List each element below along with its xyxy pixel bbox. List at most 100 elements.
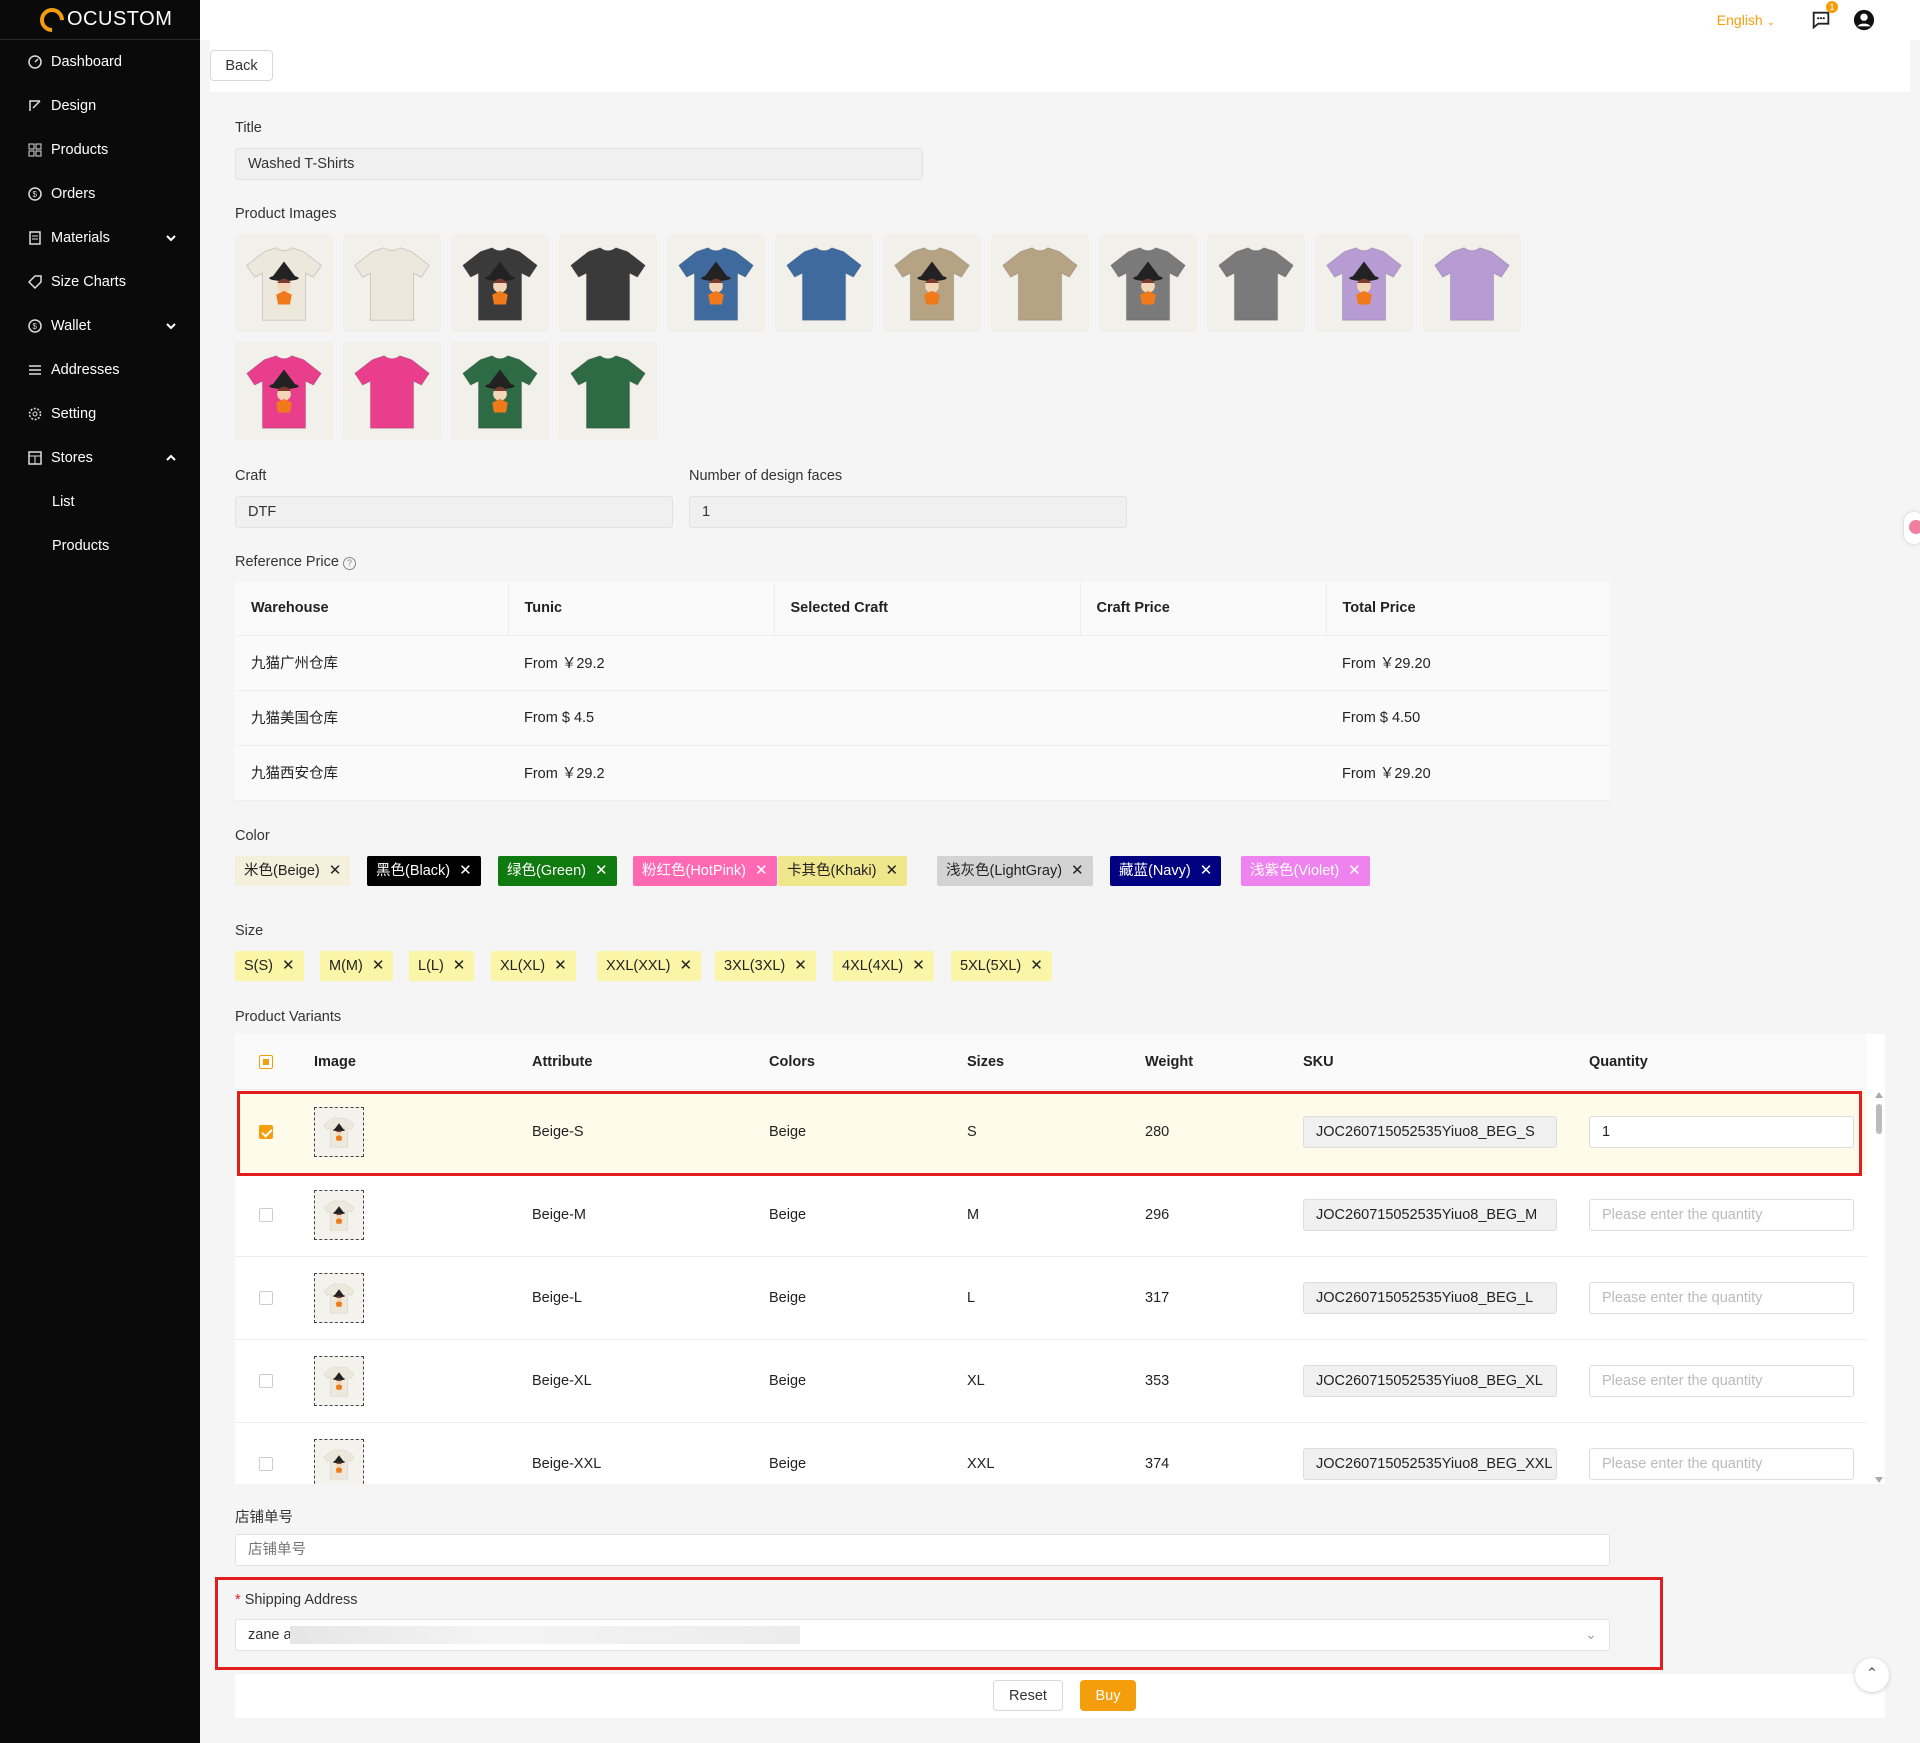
product-image-thumb[interactable] <box>343 342 441 440</box>
variants-scrollbar[interactable] <box>1873 1090 1885 1485</box>
store-number-label: 店铺单号 <box>235 1510 293 1526</box>
sidebar-item-addresses[interactable]: Addresses <box>0 348 200 392</box>
product-image-thumb[interactable] <box>667 234 765 332</box>
variant-sku-field: JOC260715052535Yiuo8_BEG_S <box>1303 1116 1557 1148</box>
size-label: Size <box>235 923 264 939</box>
color-tag-label: 绿色(Green) <box>507 863 586 879</box>
quantity-input[interactable]: Please enter the quantity <box>1589 1199 1854 1231</box>
product-image-thumb[interactable] <box>451 234 549 332</box>
product-image-thumb[interactable] <box>775 234 873 332</box>
sidebar-item-size-charts[interactable]: Size Charts <box>0 260 200 304</box>
product-image-thumb[interactable] <box>235 342 333 440</box>
reference-price-label: Reference Price ? <box>235 554 356 570</box>
product-image-thumb[interactable] <box>883 234 981 332</box>
sidebar-subitem-list[interactable]: List <box>0 480 200 524</box>
sidebar-item-products[interactable]: Products <box>0 128 200 172</box>
variant-checkbox[interactable] <box>259 1208 273 1222</box>
shipping-address-select[interactable]: zane a ⌄ <box>235 1619 1610 1651</box>
variant-image[interactable] <box>314 1190 364 1240</box>
product-image-thumb[interactable] <box>991 234 1089 332</box>
ref-row: 九猫西安仓库 From ￥29.2 From ￥29.20 <box>235 745 1610 801</box>
variant-image[interactable] <box>314 1439 364 1484</box>
store-number-input[interactable] <box>235 1534 1610 1566</box>
sidebar-item-wallet[interactable]: $ Wallet <box>0 304 200 348</box>
variant-checkbox[interactable] <box>259 1374 273 1388</box>
select-all-checkbox[interactable] <box>259 1054 273 1069</box>
product-image-thumb[interactable] <box>559 342 657 440</box>
close-icon[interactable]: ✕ <box>453 957 466 974</box>
product-image-thumb[interactable] <box>451 342 549 440</box>
close-icon[interactable]: ✕ <box>595 862 608 879</box>
color-label: Color <box>235 828 270 844</box>
quantity-input[interactable]: Please enter the quantity <box>1589 1448 1854 1480</box>
language-select[interactable]: English ⌄ <box>1717 12 1775 28</box>
sidebar-item-stores[interactable]: Stores <box>0 436 200 480</box>
close-icon[interactable]: ✕ <box>372 957 385 974</box>
close-icon[interactable]: ✕ <box>794 957 807 974</box>
variant-checkbox[interactable] <box>259 1125 273 1139</box>
ref-col-craft-price: Craft Price <box>1079 582 1326 636</box>
product-image-thumb[interactable] <box>1099 234 1197 332</box>
quantity-input[interactable]: Please enter the quantity <box>1589 1282 1854 1314</box>
close-icon[interactable]: ✕ <box>329 862 342 879</box>
close-icon[interactable]: ✕ <box>885 862 898 879</box>
close-icon[interactable]: ✕ <box>755 862 768 879</box>
back-to-top-icon[interactable]: ⌃ <box>1855 1658 1889 1692</box>
close-icon[interactable]: ✕ <box>1071 862 1084 879</box>
variant-image[interactable] <box>314 1356 364 1406</box>
variant-sku-cell: JOC260715052535Yiuo8_BEG_S <box>1303 1091 1557 1173</box>
sidebar-item-label: Addresses <box>51 362 120 378</box>
svg-text:$: $ <box>33 322 38 331</box>
ref-cell: From $ 4.5 <box>508 690 774 746</box>
variant-checkbox[interactable] <box>259 1291 273 1305</box>
product-image-thumb[interactable] <box>343 234 441 332</box>
variant-weight: 317 <box>1145 1290 1170 1306</box>
close-icon[interactable]: ✕ <box>282 957 295 974</box>
size-tag-label: S(S) <box>244 958 273 974</box>
sidebar-item-orders[interactable]: $ Orders <box>0 172 200 216</box>
user-icon[interactable] <box>1853 9 1875 31</box>
color-tag-label: 黑色(Black) <box>376 863 451 879</box>
sidebar-subitem-products[interactable]: Products <box>0 524 200 568</box>
sidebar-item-design[interactable]: Design <box>0 84 200 128</box>
variant-image[interactable] <box>314 1273 364 1323</box>
buy-button[interactable]: Buy <box>1080 1680 1136 1711</box>
product-image-thumb[interactable] <box>1207 234 1305 332</box>
product-image-thumb[interactable] <box>559 234 657 332</box>
close-icon[interactable]: ✕ <box>1200 862 1213 879</box>
close-icon[interactable]: ✕ <box>912 957 925 974</box>
close-icon[interactable]: ✕ <box>1348 862 1361 879</box>
sidebar: OCUSTOM Dashboard Design Products $ Orders Ma… <box>0 0 200 1743</box>
sidebar-item-setting[interactable]: Setting <box>0 392 200 436</box>
reset-button[interactable]: Reset <box>993 1680 1063 1711</box>
close-icon[interactable]: ✕ <box>679 957 692 974</box>
color-tag-label: 粉红色(HotPink) <box>642 863 746 879</box>
store-icon <box>28 451 42 465</box>
reference-price-text: Reference Price <box>235 554 339 570</box>
chevron-up-icon <box>166 454 176 461</box>
reference-price-table: Warehouse Tunic Selected Craft Craft Price T… <box>235 582 1610 801</box>
variant-checkbox[interactable] <box>259 1457 273 1471</box>
quantity-input[interactable]: Please enter the quantity <box>1589 1365 1854 1397</box>
close-icon[interactable]: ✕ <box>1030 957 1043 974</box>
product-image-thumb[interactable] <box>1423 234 1521 332</box>
product-image-thumb[interactable] <box>235 234 333 332</box>
variant-attribute: Beige-M <box>532 1207 586 1223</box>
logo[interactable]: OCUSTOM <box>0 0 200 40</box>
product-image-thumb[interactable] <box>1315 234 1413 332</box>
close-icon[interactable]: ✕ <box>459 862 472 879</box>
col-quantity: Quantity <box>1589 1053 1648 1070</box>
quantity-input[interactable]: 1 <box>1589 1116 1854 1148</box>
floating-helper-icon[interactable] <box>1904 512 1920 544</box>
back-button[interactable]: Back <box>210 50 273 81</box>
sidebar-item-label: Design <box>51 98 97 114</box>
sidebar-item-materials[interactable]: Materials <box>0 216 200 260</box>
sidebar-item-label: Orders <box>51 186 96 202</box>
close-icon[interactable]: ✕ <box>554 957 567 974</box>
help-icon[interactable]: ? <box>343 557 356 570</box>
design-faces-label: Number of design faces <box>689 468 843 484</box>
variant-image[interactable] <box>314 1107 364 1157</box>
variant-sku-cell: JOC260715052535Yiuo8_BEG_M <box>1303 1174 1557 1256</box>
ref-cell: From ￥29.20 <box>1326 745 1610 801</box>
sidebar-item-dashboard[interactable]: Dashboard <box>0 40 200 84</box>
